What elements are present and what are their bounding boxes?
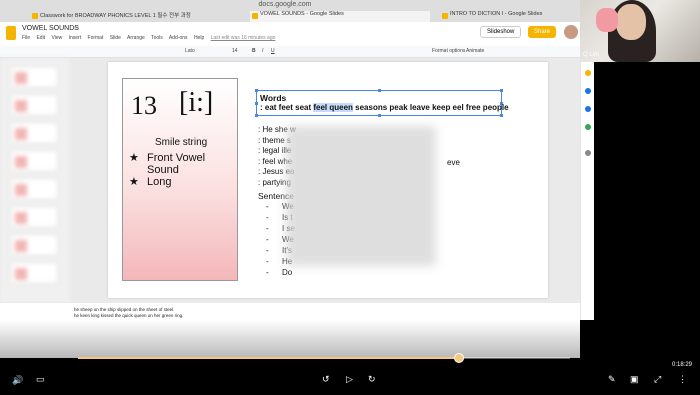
- document-title[interactable]: VOWEL SOUNDS: [22, 25, 79, 32]
- fullscreen-icon[interactable]: ⤢: [654, 374, 661, 385]
- add-icon[interactable]: [585, 150, 591, 156]
- slide-thumbnail[interactable]: [10, 234, 58, 256]
- last-edit-link[interactable]: Last edit was 16 minutes ago: [211, 35, 276, 41]
- slide-thumbnail[interactable]: [10, 150, 58, 172]
- address-bar[interactable]: docs.google.com: [230, 1, 340, 10]
- slideshow-button[interactable]: Slideshow: [480, 26, 522, 38]
- keep-icon[interactable]: [585, 88, 591, 94]
- slide-thumbnail[interactable]: [10, 94, 58, 116]
- card-subtitle: Smile string: [155, 137, 208, 148]
- calendar-icon[interactable]: [585, 70, 591, 76]
- ipa-symbol: [i:]: [179, 87, 214, 118]
- vowel-number: 13: [131, 91, 157, 120]
- tab-vowel-sounds[interactable]: VOWEL SOUNDS - Google Slides: [250, 11, 430, 22]
- resize-handle[interactable]: [255, 102, 258, 105]
- menu-slide[interactable]: Slide: [110, 35, 121, 41]
- words-heading: Words: [260, 93, 287, 103]
- sentence-item: - Do: [266, 268, 293, 277]
- tab-intro-diction[interactable]: INTRO TO DICTION I - Google Slides: [440, 11, 578, 22]
- resize-handle[interactable]: [378, 114, 381, 117]
- menu-format[interactable]: Format: [88, 35, 104, 41]
- captions-icon[interactable]: ▭: [36, 374, 45, 385]
- redacted-blur: [286, 126, 436, 266]
- star-icon[interactable]: ☆: [73, 24, 79, 32]
- volume-icon[interactable]: 🔊: [12, 375, 23, 386]
- selected-text: feel queen: [313, 103, 353, 112]
- menu-insert[interactable]: Insert: [69, 35, 82, 41]
- menu-file[interactable]: File: [22, 35, 30, 41]
- menu-edit[interactable]: Edit: [36, 35, 45, 41]
- slides-icon: [442, 13, 448, 19]
- font-select[interactable]: Lato: [185, 48, 195, 54]
- resize-handle[interactable]: [500, 114, 503, 117]
- card-bullet: ★ Front Vowel: [129, 152, 206, 164]
- menu-view[interactable]: View: [51, 35, 62, 41]
- pip-icon[interactable]: ▣: [630, 374, 639, 385]
- classroom-icon: [32, 13, 38, 19]
- resize-handle[interactable]: [378, 89, 381, 92]
- editor-workspace: 13 [i:] Smile string ★ Front Vowel Sound …: [0, 58, 580, 303]
- forward-icon[interactable]: ↻: [368, 374, 376, 385]
- resize-handle[interactable]: [255, 89, 258, 92]
- seek-bar[interactable]: [78, 353, 570, 363]
- phrase-tail: eve: [447, 158, 460, 167]
- formatting-toolbar: Lato 14 B I U Format options Animate: [0, 46, 580, 58]
- slide-filmstrip[interactable]: [0, 58, 70, 303]
- slides-icon: [252, 13, 258, 19]
- account-avatar[interactable]: [564, 25, 578, 39]
- play-icon[interactable]: ▷: [346, 374, 353, 385]
- font-size-select[interactable]: 14: [232, 48, 238, 54]
- format-options-button[interactable]: Format options: [432, 48, 465, 54]
- tab-classwork[interactable]: Classwork for BROADWAY PHONICS LEVEL 1 필…: [30, 11, 230, 22]
- tasks-icon[interactable]: [585, 106, 591, 112]
- slide-canvas[interactable]: 13 [i:] Smile string ★ Front Vowel Sound …: [108, 62, 548, 298]
- menu-bar: File Edit View Insert Format Slide Arran…: [22, 35, 280, 41]
- slides-header: VOWEL SOUNDS ☆ File Edit View Insert For…: [0, 22, 580, 46]
- note-line: he keen king kissed the quick queen on h…: [74, 313, 184, 318]
- slide-thumbnail[interactable]: [10, 206, 58, 228]
- more-icon[interactable]: ⋮: [678, 374, 687, 385]
- underline-icon[interactable]: U: [271, 48, 275, 54]
- slide-thumbnail[interactable]: [10, 66, 58, 88]
- vowel-card[interactable]: 13 [i:] Smile string ★ Front Vowel Sound …: [122, 78, 238, 281]
- seek-progress: [78, 357, 460, 359]
- rewind-icon[interactable]: ↺: [322, 374, 330, 385]
- card-bullet: ★ Long: [129, 176, 172, 188]
- resize-handle[interactable]: [500, 89, 503, 92]
- words-textbox[interactable]: Words : eat feet seat feel queen seasons…: [255, 89, 509, 117]
- menu-arrange[interactable]: Arrange: [127, 35, 145, 41]
- slide-thumbnail[interactable]: [10, 262, 58, 284]
- star-bullet-icon: ★: [129, 152, 139, 164]
- slide-thumbnail[interactable]: [10, 122, 58, 144]
- star-bullet-icon: ★: [129, 176, 139, 188]
- browser-tab-bar: docs.google.com Classwork for BROADWAY P…: [0, 0, 580, 22]
- resize-handle[interactable]: [255, 114, 258, 117]
- animate-button[interactable]: Animate: [466, 48, 484, 54]
- words-list[interactable]: : eat feet seat feel queen seasons peak …: [260, 103, 509, 112]
- draw-icon[interactable]: ✎: [608, 374, 616, 385]
- card-bullet: Sound: [147, 164, 179, 176]
- share-button[interactable]: Share: [528, 26, 557, 38]
- menu-tools[interactable]: Tools: [151, 35, 163, 41]
- screen: docs.google.com Classwork for BROADWAY P…: [0, 0, 700, 395]
- note-line: he sheep on the ship slipped on the shee…: [74, 307, 175, 312]
- menu-help[interactable]: Help: [194, 35, 204, 41]
- maps-icon[interactable]: [585, 124, 591, 130]
- italic-icon[interactable]: I: [262, 48, 263, 54]
- playback-time: 0:18:29: [672, 362, 693, 368]
- slide-thumbnail[interactable]: [10, 178, 58, 200]
- participant-name: Q Lim: [583, 52, 600, 58]
- menu-addons[interactable]: Add-ons: [169, 35, 188, 41]
- bold-icon[interactable]: B: [252, 48, 256, 54]
- slides-logo-icon[interactable]: [6, 26, 16, 40]
